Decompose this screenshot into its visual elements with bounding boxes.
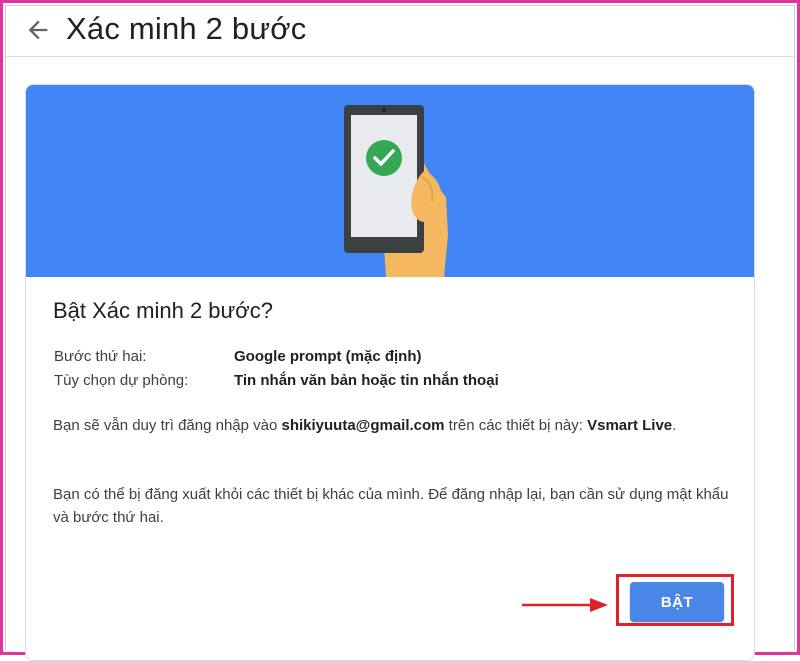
info-label: Tùy chọn dự phòng: — [54, 372, 234, 389]
illustration-banner — [26, 85, 754, 277]
turn-on-button[interactable]: BẬT — [630, 582, 724, 622]
account-email: shikiyuuta@gmail.com — [282, 417, 445, 434]
card-title: Bật Xác minh 2 bước? — [53, 298, 273, 324]
sign-out-warning-text: Bạn có thể bị đăng xuất khỏi các thiết b… — [53, 483, 733, 529]
info-value: Tin nhắn văn bản hoặc tin nhắn thoại — [234, 372, 499, 389]
info-label: Bước thứ hai: — [54, 348, 234, 365]
phone-check-icon — [26, 85, 754, 277]
page-title: Xác minh 2 bước — [66, 11, 307, 47]
signed-in-devices-text: Bạn sẽ vẫn duy trì đăng nhập vào shikiyu… — [53, 414, 733, 437]
info-value: Google prompt (mặc định) — [234, 348, 422, 365]
arrow-left-icon[interactable] — [24, 16, 52, 44]
page-header: Xác minh 2 bước — [6, 6, 794, 57]
device-name: Vsmart Live — [587, 417, 672, 434]
red-arrow-annotation-icon — [520, 595, 610, 615]
